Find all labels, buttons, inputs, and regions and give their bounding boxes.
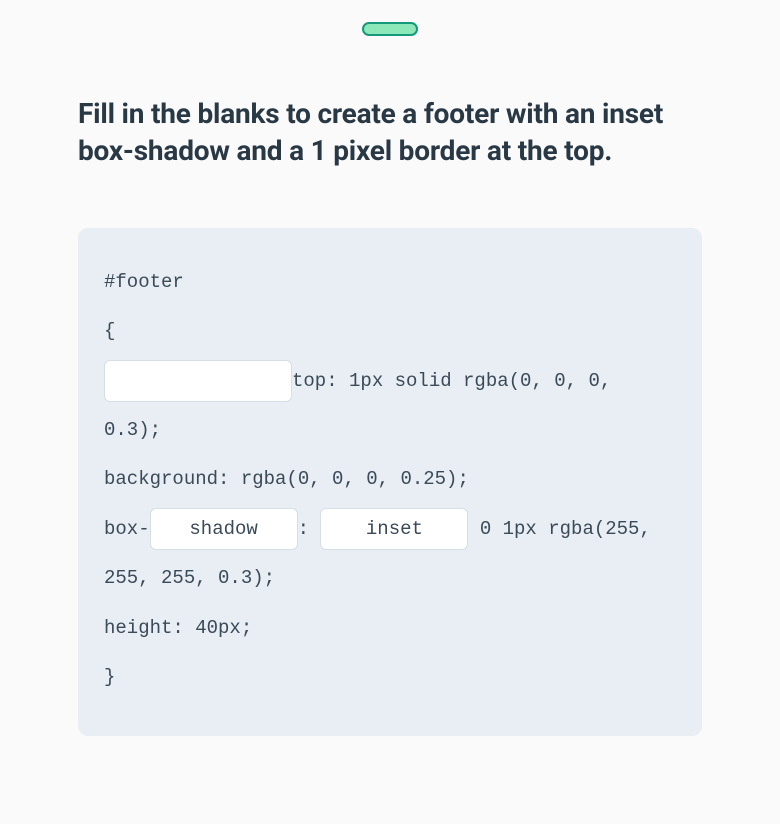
blank-input-1[interactable] [104, 360, 292, 402]
blank-input-3[interactable] [320, 508, 468, 550]
progress-bar-container [0, 0, 780, 36]
code-line: #footer [104, 258, 676, 307]
code-text: box- [104, 518, 150, 540]
exercise-prompt: Fill in the blanks to create a footer wi… [78, 96, 702, 170]
code-block: #footer { top: 1px solid rgba(0, 0, 0, 0… [78, 228, 702, 737]
code-line: } [104, 653, 676, 702]
code-line: { [104, 307, 676, 356]
code-text: : [298, 518, 321, 540]
code-line: top: 1px solid rgba(0, 0, 0, 0.3); [104, 357, 676, 456]
code-line: box-: 0 1px rgba(255, 255, 255, 0.3); [104, 505, 676, 604]
code-line: height: 40px; [104, 604, 676, 653]
progress-bar [362, 22, 418, 36]
exercise-container: Fill in the blanks to create a footer wi… [78, 96, 702, 776]
blank-input-2[interactable] [150, 508, 298, 550]
code-line: background: rgba(0, 0, 0, 0.25); [104, 455, 676, 504]
